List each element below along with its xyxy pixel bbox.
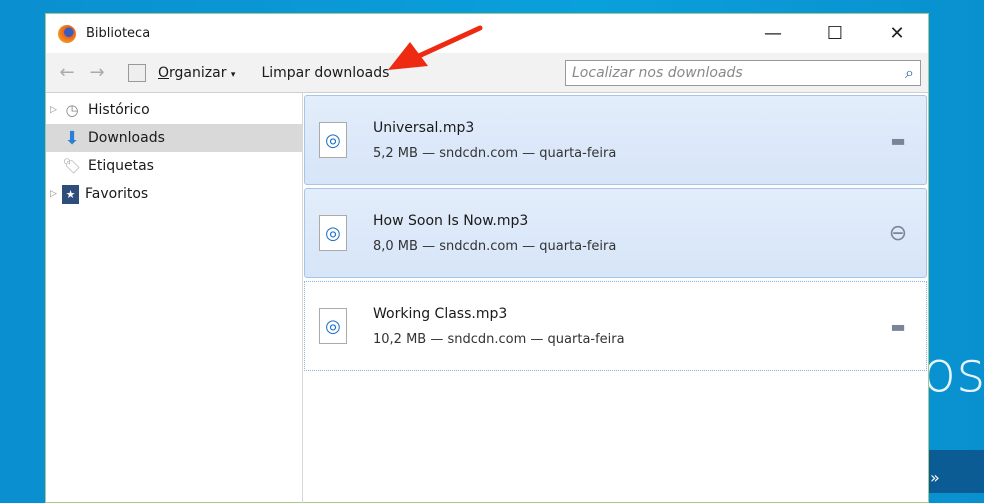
audio-file-icon: ◎ [319, 308, 347, 344]
sidebar-item-downloads[interactable]: ⬇ Downloads [46, 124, 302, 152]
clock-icon: ◷ [65, 101, 79, 119]
bookmarks-icon: ★ [62, 184, 79, 204]
download-name: Working Class.mp3 [373, 305, 508, 322]
open-folder-circle-icon[interactable]: ⊖ [878, 221, 918, 246]
firefox-logo-icon [58, 24, 76, 43]
sidebar-item-historico[interactable]: ▷ ◷ Histórico [46, 96, 302, 124]
audio-file-icon: ◎ [319, 122, 347, 158]
download-meta: 5,2 MB — sndcdn.com — quarta-feira [373, 145, 617, 161]
download-item[interactable]: ◎ Working Class.mp3 10,2 MB — sndcdn.com … [304, 281, 927, 371]
close-button[interactable]: ✕ [866, 14, 928, 53]
download-arrow-icon: ⬇ [64, 127, 80, 149]
search-input[interactable] [572, 64, 906, 81]
background-text: os [922, 340, 984, 405]
sidebar-item-label: Etiquetas [88, 158, 154, 174]
sidebar-item-etiquetas[interactable]: 🏷 Etiquetas [46, 152, 302, 180]
clear-downloads-button[interactable]: Limpar downloads [257, 65, 393, 81]
audio-file-icon: ◎ [319, 215, 347, 251]
sidebar-item-favoritos[interactable]: ▷ ★ Favoritos [46, 180, 302, 208]
download-item[interactable]: ◎ How Soon Is Now.mp3 8,0 MB — sndcdn.com… [304, 188, 927, 278]
folder-icon[interactable]: ▬ [878, 131, 918, 150]
expand-icon[interactable]: ▷ [50, 105, 62, 115]
caret-down-icon: ▾ [230, 69, 236, 80]
download-name: Universal.mp3 [373, 119, 475, 136]
download-item[interactable]: ◎ Universal.mp3 5,2 MB — sndcdn.com — qua… [304, 95, 927, 185]
search-icon[interactable]: ⌕ [905, 63, 914, 83]
sidebar-item-label: Downloads [88, 130, 165, 146]
download-meta: 10,2 MB — sndcdn.com — quarta-feira [373, 331, 625, 347]
folder-icon[interactable]: ▬ [878, 317, 918, 336]
sidebar-item-label: Histórico [88, 102, 150, 118]
organize-button[interactable]: Organizar ▾ [154, 65, 239, 81]
sidebar-item-label: Favoritos [85, 186, 149, 202]
maximize-button[interactable]: ☐ [804, 14, 866, 53]
window-title: Biblioteca [86, 26, 151, 41]
organize-icon [128, 63, 146, 82]
library-window: Biblioteca — ☐ ✕ ← → Organizar ▾ Limpar … [45, 13, 929, 503]
background-band: » [928, 450, 984, 493]
sidebar: ▷ ◷ Histórico ⬇ Downloads 🏷 Etiquetas ▷ ★ Favo… [46, 93, 303, 503]
tag-icon: 🏷 [62, 157, 82, 175]
search-box: ⌕ [565, 59, 921, 86]
organize-accesskey: O [158, 64, 170, 81]
minimize-button[interactable]: — [742, 14, 804, 53]
download-name: How Soon Is Now.mp3 [373, 212, 529, 229]
download-meta: 8,0 MB — sndcdn.com — quarta-feira [373, 238, 617, 254]
organize-label: rganizar [169, 64, 227, 81]
expand-icon[interactable]: ▷ [50, 189, 62, 199]
forward-button[interactable]: → [86, 62, 108, 83]
downloads-list: ◎ Universal.mp3 5,2 MB — sndcdn.com — qua… [303, 93, 928, 503]
annotation-arrow-icon [388, 25, 483, 70]
back-button[interactable]: ← [56, 62, 78, 83]
